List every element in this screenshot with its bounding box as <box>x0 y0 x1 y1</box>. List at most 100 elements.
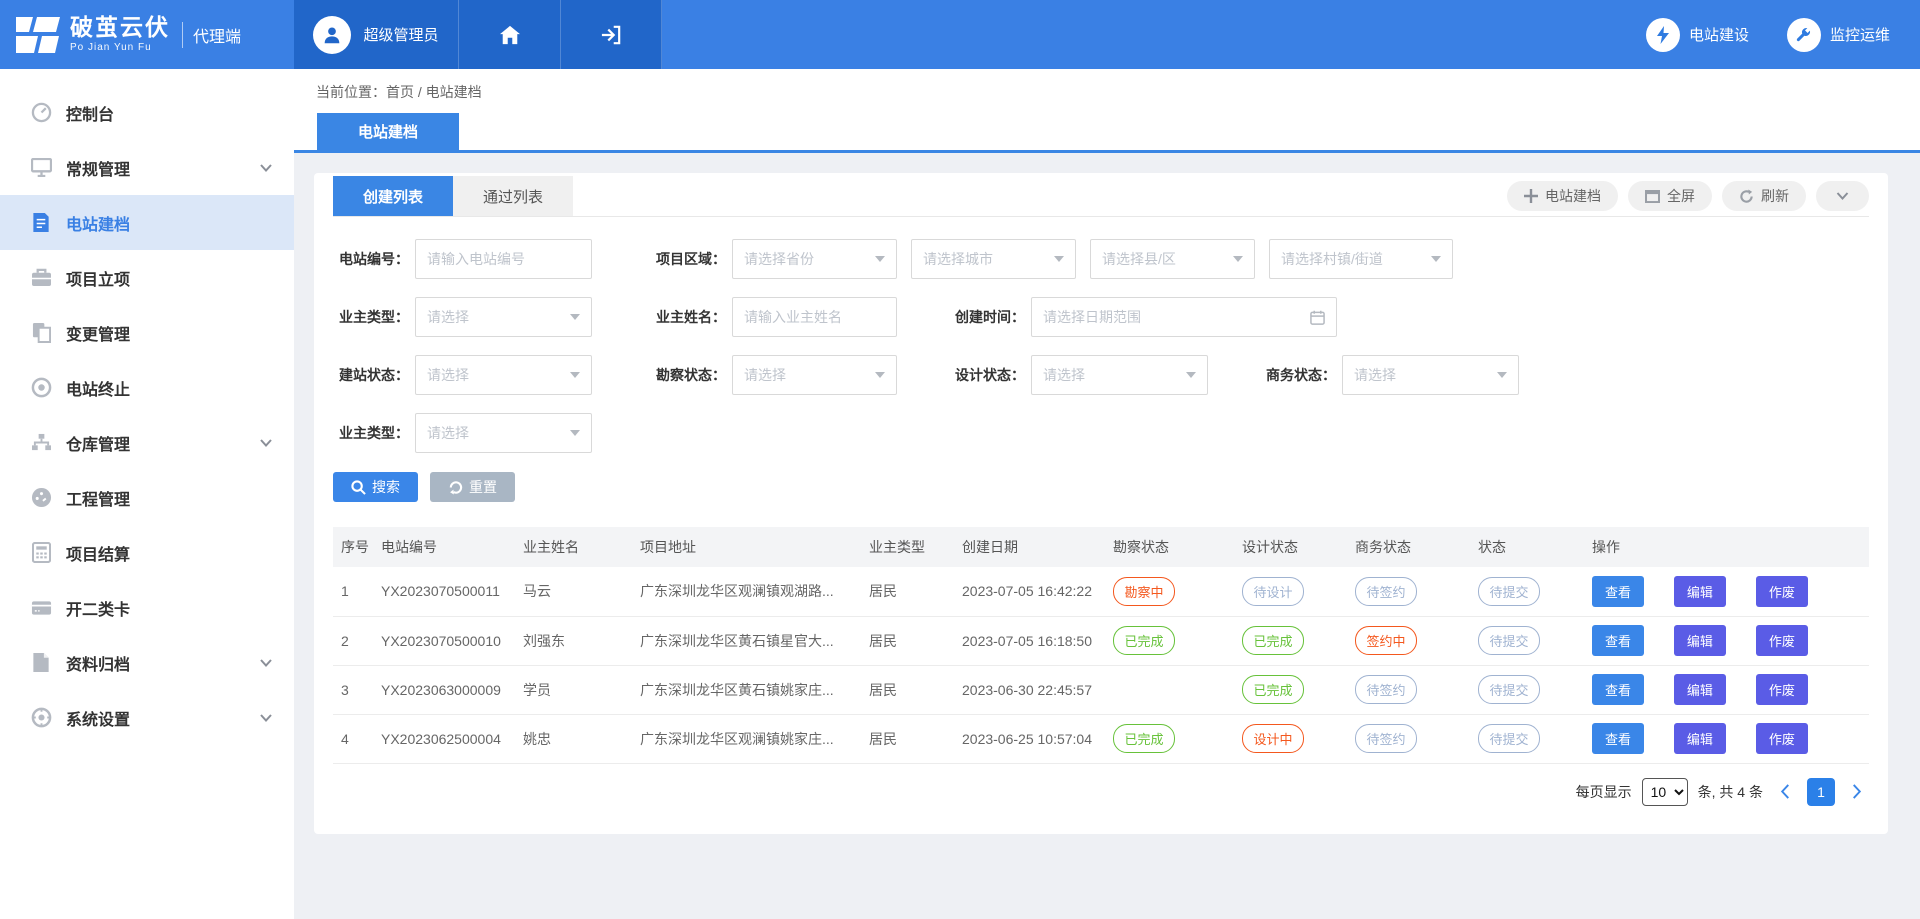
town-select[interactable]: 请选择村镇/街道 <box>1269 239 1453 279</box>
page-number-1[interactable]: 1 <box>1807 778 1835 806</box>
sidebar-item-project-settlement[interactable]: 项目结算 <box>0 525 294 580</box>
county-select[interactable]: 请选择县/区 <box>1090 239 1255 279</box>
business-status-select[interactable]: 请选择 <box>1342 355 1519 395</box>
brand-logo: 破茧云伏 Po Jian Yun Fu 代理端 <box>0 0 294 69</box>
owner-type-select[interactable]: 请选择 <box>415 297 592 337</box>
owner-type2-placeholder: 请选择 <box>427 423 469 443</box>
build-status-select[interactable]: 请选择 <box>415 355 592 395</box>
void-button[interactable]: 作废 <box>1756 576 1808 607</box>
prev-page-button[interactable] <box>1773 780 1797 804</box>
lightning-icon <box>1646 18 1680 52</box>
logout-button[interactable] <box>561 0 662 69</box>
province-select[interactable]: 请选择省份 <box>732 239 897 279</box>
nav-station-build[interactable]: 电站建设 <box>1646 18 1749 52</box>
fullscreen-icon <box>1645 190 1660 203</box>
cell-owner-name: 刘强东 <box>515 616 632 665</box>
page-tab-station-archive[interactable]: 电站建档 <box>317 113 459 150</box>
pagination: 每页显示 10 条, 共 4 条 1 <box>333 778 1869 806</box>
select-arrow-icon <box>1054 256 1064 262</box>
design-status-placeholder: 请选择 <box>1043 365 1085 385</box>
tab-passed-list[interactable]: 通过列表 <box>453 176 573 216</box>
breadcrumb-path[interactable]: 首页 / 电站建档 <box>386 84 482 100</box>
cell-created: 2023-07-05 16:18:50 <box>954 616 1105 665</box>
user-menu[interactable]: 超级管理员 <box>294 0 459 69</box>
view-button[interactable]: 查看 <box>1592 674 1644 705</box>
owner-type2-select[interactable]: 请选择 <box>415 413 592 453</box>
collapse-toolbar-button[interactable] <box>1816 181 1869 211</box>
edit-button[interactable]: 编辑 <box>1674 723 1726 754</box>
view-button[interactable]: 查看 <box>1592 723 1644 754</box>
survey-status-select[interactable]: 请选择 <box>732 355 897 395</box>
copy-pages-icon <box>30 322 52 344</box>
status-badge: 已完成 <box>1242 626 1304 655</box>
header-right-nav: 电站建设 监控运维 <box>1646 0 1920 69</box>
status-badge: 待签约 <box>1355 577 1417 606</box>
sidebar-item-engineering-mgmt[interactable]: 工程管理 <box>0 470 294 525</box>
user-name: 超级管理员 <box>363 24 438 45</box>
cell-owner-type: 居民 <box>861 714 954 763</box>
cell-created: 2023-07-05 16:42:22 <box>954 567 1105 616</box>
owner-name-label: 业主姓名： <box>650 307 726 327</box>
date-range-input[interactable]: 请选择日期范围 <box>1031 297 1337 337</box>
sidebar-item-project-initiation[interactable]: 项目立项 <box>0 250 294 305</box>
home-button[interactable] <box>459 0 561 69</box>
sidebar-item-label: 控制台 <box>66 101 272 125</box>
cell-station-no: YX2023070500010 <box>373 616 515 665</box>
sidebar-item-label: 项目结算 <box>66 541 272 565</box>
sidebar-item-change-mgmt[interactable]: 变更管理 <box>0 305 294 360</box>
sidebar-item-warehouse-mgmt[interactable]: 仓库管理 <box>0 415 294 470</box>
owner-name-input[interactable] <box>732 297 897 337</box>
search-button[interactable]: 搜索 <box>333 472 418 502</box>
void-button[interactable]: 作废 <box>1756 625 1808 656</box>
chevron-right-icon <box>1852 784 1862 799</box>
owner-type-placeholder: 请选择 <box>427 307 469 327</box>
sidebar-item-data-archive[interactable]: 资料归档 <box>0 635 294 690</box>
city-select[interactable]: 请选择城市 <box>911 239 1076 279</box>
per-page-select[interactable]: 10 <box>1642 778 1688 806</box>
cell-owner-name: 姚忠 <box>515 714 632 763</box>
status-badge: 待签约 <box>1355 724 1417 753</box>
monitor-icon <box>30 157 52 179</box>
sidebar-item-label: 电站建档 <box>66 211 272 235</box>
logo-divider <box>182 22 183 48</box>
select-arrow-icon <box>1497 372 1507 378</box>
sidebar-item-label: 工程管理 <box>66 486 272 510</box>
fullscreen-button[interactable]: 全屏 <box>1628 181 1712 211</box>
sidebar-item-console[interactable]: 控制台 <box>0 85 294 140</box>
sidebar-item-system-settings[interactable]: 系统设置 <box>0 690 294 745</box>
cell-address: 广东深圳龙华区观澜镇观湖路... <box>632 567 861 616</box>
status-badge: 待签约 <box>1355 675 1417 704</box>
tab-create-list[interactable]: 创建列表 <box>333 176 453 216</box>
edit-button[interactable]: 编辑 <box>1674 625 1726 656</box>
next-page-button[interactable] <box>1845 780 1869 804</box>
edit-button[interactable]: 编辑 <box>1674 674 1726 705</box>
sidebar-item-station-terminate[interactable]: 电站终止 <box>0 360 294 415</box>
logout-icon <box>600 25 622 45</box>
cell-address: 广东深圳龙华区黄石镇姚家庄... <box>632 665 861 714</box>
void-button[interactable]: 作废 <box>1756 723 1808 754</box>
reset-button[interactable]: 重置 <box>430 472 515 502</box>
design-status-select[interactable]: 请选择 <box>1031 355 1208 395</box>
sidebar-item-general-mgmt[interactable]: 常规管理 <box>0 140 294 195</box>
edit-button[interactable]: 编辑 <box>1674 576 1726 607</box>
chevron-down-icon <box>260 164 272 172</box>
total-count-text: 条, 共 4 条 <box>1698 782 1763 802</box>
sidebar-item-open-type2-card[interactable]: 开二类卡 <box>0 580 294 635</box>
view-button[interactable]: 查看 <box>1592 576 1644 607</box>
brand-name: 破茧云伏 Po Jian Yun Fu <box>70 16 170 53</box>
town-placeholder: 请选择村镇/街道 <box>1281 249 1383 269</box>
create-station-button[interactable]: 电站建档 <box>1507 181 1618 211</box>
sidebar: 控制台 常规管理 电站建档 项目立项 <box>0 69 294 919</box>
nav-monitor-ops[interactable]: 监控运维 <box>1787 18 1890 52</box>
col-design-status: 设计状态 <box>1234 527 1347 567</box>
status-badge: 已完成 <box>1113 724 1175 753</box>
sidebar-item-station-archive[interactable]: 电站建档 <box>0 195 294 250</box>
view-button[interactable]: 查看 <box>1592 625 1644 656</box>
sidebar-item-label: 系统设置 <box>66 706 260 730</box>
dashboard-icon <box>30 102 52 124</box>
filter-row-2: 业主类型： 请选择 业主姓名： 创建时间 <box>333 297 1869 337</box>
refresh-button[interactable]: 刷新 <box>1722 181 1806 211</box>
station-no-input[interactable] <box>415 239 592 279</box>
document-icon <box>30 212 52 234</box>
void-button[interactable]: 作废 <box>1756 674 1808 705</box>
